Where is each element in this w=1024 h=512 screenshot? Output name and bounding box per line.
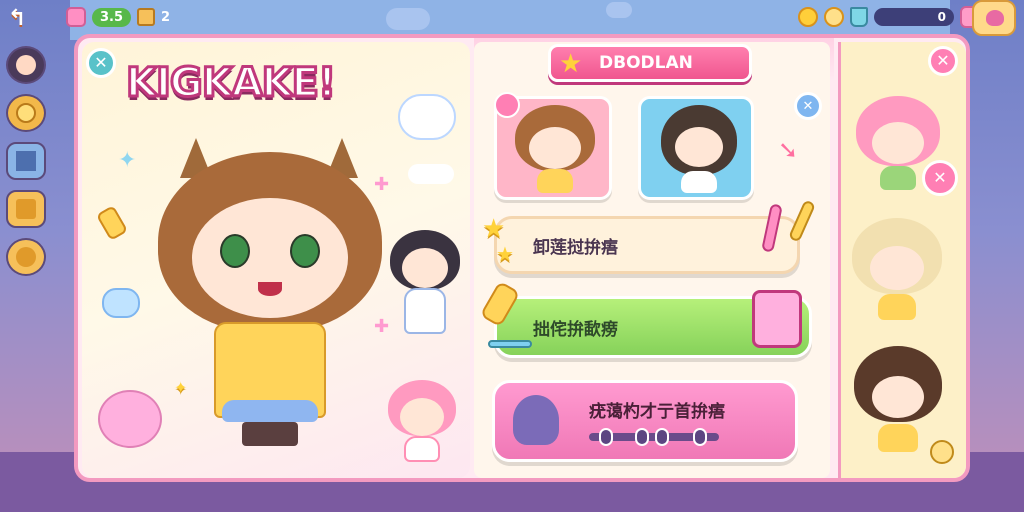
character-body xyxy=(404,288,446,334)
header-title: DBODLAN xyxy=(599,53,693,73)
ghost-bubble-icon xyxy=(398,94,456,140)
left-sidebar xyxy=(6,46,48,286)
option-button-2-label: 拙侘拚歃痨 xyxy=(533,319,618,340)
character-face xyxy=(675,127,723,167)
sidebar-item-avatar[interactable] xyxy=(6,46,46,84)
header-banner: ★ DBODLAN xyxy=(548,44,752,82)
star-icon: ★ xyxy=(559,49,583,79)
pink-gem-icon xyxy=(66,7,86,27)
character-eye xyxy=(220,234,250,268)
avatar-icon xyxy=(16,55,36,75)
arrow-icon: ➘ xyxy=(778,136,799,164)
coin-icon xyxy=(824,7,844,27)
flower-badge-icon xyxy=(494,92,520,118)
sparkle-icon: ✚ xyxy=(374,174,390,195)
card-character xyxy=(661,105,737,197)
game-logo: KIGKAKE! xyxy=(124,59,337,108)
option-button-1[interactable]: 卸莲挝拚痦 xyxy=(494,216,800,274)
list-character-brown[interactable] xyxy=(854,346,942,458)
character-body xyxy=(404,436,440,462)
currency-counter: 3.5 xyxy=(92,7,132,27)
coin-icon xyxy=(798,7,818,27)
list-character-blonde[interactable] xyxy=(852,218,942,328)
background-cloud xyxy=(606,2,632,18)
top-left-hud: 3.5 2 xyxy=(66,4,170,30)
character-face xyxy=(872,122,924,164)
sidebar-item-face[interactable] xyxy=(6,238,46,276)
top-right-hud: 0 xyxy=(798,4,982,30)
sidebar-item-scroll[interactable] xyxy=(6,190,46,228)
card-character xyxy=(515,105,595,197)
main-character[interactable] xyxy=(150,138,390,448)
pink-cat-plush-icon xyxy=(98,390,162,448)
paw-icon xyxy=(986,10,1004,26)
box-icon[interactable] xyxy=(137,8,156,26)
sidebar-item-coins[interactable] xyxy=(6,94,46,132)
sidebar-item-book[interactable] xyxy=(6,142,46,180)
option-button-3[interactable]: 疣蔼杓才亍首拚痦 xyxy=(492,380,798,462)
star-icon: ★ xyxy=(482,214,506,244)
character-face xyxy=(529,127,581,169)
small-character-dark-hair[interactable] xyxy=(386,224,464,344)
option-button-1-label: 卸莲挝拚痦 xyxy=(533,237,618,258)
back-arrow-icon[interactable]: ↰ xyxy=(8,6,38,32)
character-body xyxy=(681,171,717,193)
cup-icon xyxy=(850,7,868,27)
character-face xyxy=(402,248,448,288)
star-icon: ✦ xyxy=(174,378,188,397)
palette-box-icon xyxy=(752,290,802,348)
character-face xyxy=(872,376,924,418)
background-cloud xyxy=(386,8,430,30)
logo-text: KIGKAKE! xyxy=(124,59,337,108)
character-face xyxy=(400,398,444,436)
character-card-2[interactable] xyxy=(638,96,754,200)
close-left-button[interactable]: ✕ xyxy=(86,48,116,78)
character-legs xyxy=(242,422,298,446)
close-card-button[interactable]: ✕ xyxy=(794,92,822,120)
character-eye xyxy=(290,234,320,268)
option-button-3-label: 疣蔼杓才亍首拚痦 xyxy=(589,402,725,422)
character-body xyxy=(880,166,916,190)
box-counter: 2 xyxy=(161,10,170,25)
speech-bubble-icon xyxy=(102,288,140,318)
remove-character-button[interactable]: ✕ xyxy=(922,160,958,196)
paw-settings-button[interactable] xyxy=(972,0,1016,36)
star-icon: ★ xyxy=(496,242,514,266)
pen-icon xyxy=(488,340,532,348)
character-body xyxy=(878,424,918,452)
character-face xyxy=(192,198,348,318)
character-body xyxy=(878,294,916,320)
character-face xyxy=(870,246,924,290)
book-icon xyxy=(16,151,36,171)
small-character-pink-hair[interactable] xyxy=(384,376,460,466)
slider-knob[interactable] xyxy=(635,428,649,446)
slider-knob[interactable] xyxy=(599,428,613,446)
face-icon xyxy=(16,247,36,267)
character-body xyxy=(537,169,573,193)
currency-value: 3.5 xyxy=(100,9,124,25)
resource-bar: 0 xyxy=(874,8,954,26)
coin-icon xyxy=(16,103,36,123)
edit-icon[interactable] xyxy=(930,440,954,464)
option-slider[interactable] xyxy=(589,428,719,446)
character-mouth xyxy=(258,282,282,296)
cloud-icon xyxy=(408,164,454,184)
close-panel-button[interactable]: ✕ xyxy=(928,46,958,76)
slider-knob[interactable] xyxy=(693,428,707,446)
slider-knob[interactable] xyxy=(655,428,669,446)
character-skirt xyxy=(222,400,318,422)
box-count: 2 xyxy=(161,9,171,25)
scroll-icon xyxy=(16,199,36,219)
star-icon: ✦ xyxy=(118,148,137,173)
character-panel: ✕ ✕ KIGKAKE! ★ DBODLAN ✦ ✚ ✚ ✦ ✕ ➘ 卸莲挝拚痦… xyxy=(74,34,970,482)
